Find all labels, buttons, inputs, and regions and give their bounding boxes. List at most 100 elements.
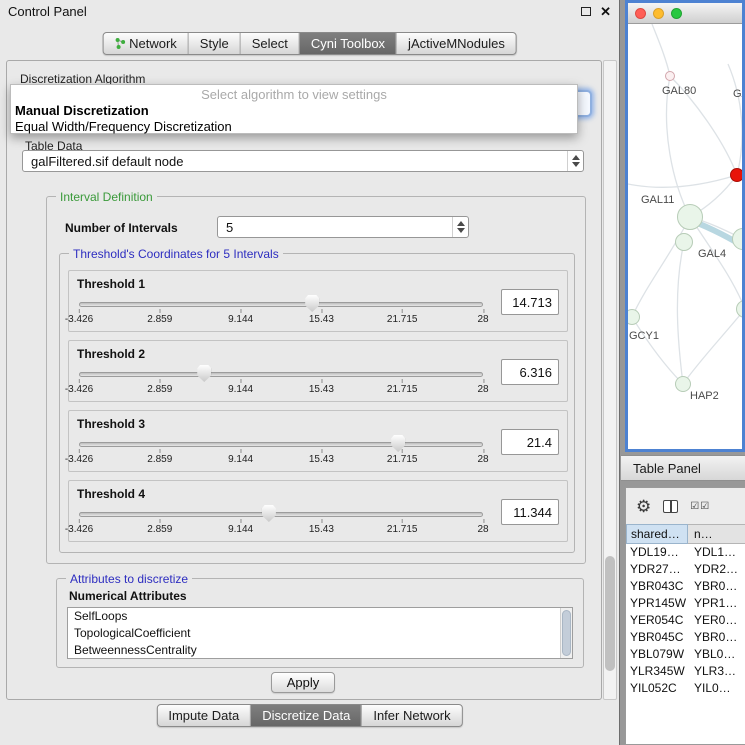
- tab-jactivemnodules[interactable]: jActiveMNodules: [396, 33, 516, 54]
- node-gal11[interactable]: [677, 204, 703, 230]
- node-hap2[interactable]: [675, 376, 691, 392]
- threshold-2-label: Threshold 2: [77, 347, 145, 361]
- table-body: YDL19…YDL1… YDR27…YDR2… YBR043CYBR0… YPR…: [626, 544, 745, 744]
- table-panel-window: ⚙ ☑☑ shared… n… YDL19…YDL1… YDR27…YDR2… …: [625, 487, 745, 745]
- node-label-hap2: HAP2: [690, 390, 719, 402]
- minimize-button[interactable]: [653, 8, 664, 19]
- threshold-3-slider[interactable]: -3.4262.8599.14415.4321.71528: [79, 435, 483, 469]
- table-row[interactable]: YIL052CYIL0…: [626, 680, 745, 697]
- tab-infer-network[interactable]: Infer Network: [361, 705, 461, 726]
- table-data-value: galFiltered.sif default node: [23, 154, 567, 169]
- network-view-window: GAL80 GA GAL11 GAL4 GCY1 HAP2: [625, 0, 745, 452]
- table-row[interactable]: YLR345WYLR3…: [626, 663, 745, 680]
- close-button[interactable]: [635, 8, 646, 19]
- tab-network-label: Network: [129, 36, 177, 51]
- table-data-combobox[interactable]: galFiltered.sif default node: [22, 150, 584, 172]
- node-label-gcy1: GCY1: [629, 330, 659, 342]
- network-icon: [114, 38, 125, 49]
- threshold-4-panel: Threshold 4 -3.4262.8599.14415.4321.7152…: [68, 480, 568, 542]
- dropdown-placeholder-item: Select algorithm to view settings: [11, 87, 577, 103]
- panel-scrollbar[interactable]: [603, 60, 617, 700]
- slider-scale: -3.4262.8599.14415.4321.71528: [79, 365, 483, 399]
- dropdown-option-equal-width[interactable]: Equal Width/Frequency Discretization: [11, 119, 577, 135]
- tab-impute-data[interactable]: Impute Data: [157, 705, 250, 726]
- threshold-4-value-field[interactable]: [501, 499, 559, 525]
- panel-scrollbar-thumb[interactable]: [605, 556, 615, 671]
- table-row[interactable]: YDR27…YDR2…: [626, 561, 745, 578]
- dropdown-option-manual-discretization[interactable]: Manual Discretization: [11, 103, 577, 119]
- threshold-4-label: Threshold 4: [77, 487, 145, 501]
- attributes-group: Attributes to discretize Numerical Attri…: [56, 578, 584, 668]
- algorithm-dropdown-popup: Select algorithm to view settings Manual…: [10, 84, 578, 134]
- list-scrollbar-thumb[interactable]: [562, 610, 571, 656]
- column-header-shared-name[interactable]: shared…: [626, 524, 688, 544]
- tab-network[interactable]: Network: [103, 33, 188, 54]
- node[interactable]: [675, 233, 693, 251]
- control-panel-titlebar: Control Panel ✕: [0, 0, 619, 22]
- columns-icon[interactable]: [663, 500, 678, 513]
- number-of-intervals-label: Number of Intervals: [65, 221, 178, 235]
- threshold-3-label: Threshold 3: [77, 417, 145, 431]
- table-row[interactable]: YBR045CYBR0…: [626, 629, 745, 646]
- desktop: Control Panel ✕ Network Style Select Cyn…: [0, 0, 745, 745]
- tab-select[interactable]: Select: [240, 33, 299, 54]
- slider-scale: -3.4262.8599.14415.4321.71528: [79, 295, 483, 329]
- threshold-1-slider[interactable]: -3.4262.8599.14415.4321.71528: [79, 295, 483, 329]
- node-selected-red[interactable]: [730, 168, 742, 182]
- node-label-gal4: GAL4: [698, 248, 726, 260]
- threshold-3-value-field[interactable]: [501, 429, 559, 455]
- network-canvas[interactable]: GAL80 GA GAL11 GAL4 GCY1 HAP2: [628, 24, 742, 449]
- number-of-intervals-spinner[interactable]: 5: [217, 216, 469, 238]
- number-of-intervals-value: 5: [218, 220, 452, 235]
- numerical-attributes-label: Numerical Attributes: [69, 589, 187, 603]
- numerical-attributes-list: SelfLoops TopologicalCoefficient Between…: [67, 607, 573, 659]
- combobox-stepper-icon: [567, 151, 583, 171]
- list-item[interactable]: SelfLoops: [68, 608, 572, 625]
- threshold-2-panel: Threshold 2 -3.4262.8599.14415.4321.7152…: [68, 340, 568, 402]
- list-item[interactable]: BetweennessCentrality: [68, 642, 572, 659]
- node-label-clipped: GA: [733, 88, 742, 100]
- select-columns-icon[interactable]: ☑☑: [690, 501, 710, 512]
- close-icon[interactable]: ✕: [600, 5, 611, 18]
- table-toolbar: ⚙ ☑☑: [626, 488, 745, 524]
- threshold-2-value-field[interactable]: [501, 359, 559, 385]
- node-gal80[interactable]: [665, 71, 675, 81]
- spinner-stepper-icon: [452, 217, 468, 237]
- zoom-button[interactable]: [671, 8, 682, 19]
- bottom-tab-bar: Impute Data Discretize Data Infer Networ…: [156, 704, 462, 727]
- tab-cyni-toolbox[interactable]: Cyni Toolbox: [299, 33, 396, 54]
- cyni-toolbox-panel: Discretization Algorithm Select algorith…: [6, 60, 602, 700]
- column-header-name[interactable]: n…: [688, 524, 745, 544]
- float-window-icon[interactable]: [581, 7, 591, 16]
- table-header-row: shared… n…: [626, 524, 745, 544]
- table-row[interactable]: YDL19…YDL1…: [626, 544, 745, 561]
- threshold-4-slider[interactable]: -3.4262.8599.14415.4321.71528: [79, 505, 483, 539]
- table-panel-header: Table Panel: [621, 455, 745, 481]
- slider-scale: -3.4262.8599.14415.4321.71528: [79, 435, 483, 469]
- table-row[interactable]: YPR145WYPR1…: [626, 595, 745, 612]
- gear-icon[interactable]: ⚙: [636, 498, 651, 515]
- network-window-titlebar: [628, 3, 742, 24]
- threshold-1-panel: Threshold 1 -3.4262.8599.14415.4321.7152…: [68, 270, 568, 332]
- list-scrollbar[interactable]: [560, 608, 572, 658]
- apply-button[interactable]: Apply: [271, 672, 335, 693]
- attributes-group-title: Attributes to discretize: [66, 572, 192, 586]
- window-title: Control Panel: [8, 4, 87, 19]
- top-tab-bar: Network Style Select Cyni Toolbox jActiv…: [102, 32, 517, 55]
- interval-definition-group: Interval Definition Number of Intervals …: [46, 196, 586, 564]
- control-panel-window: Control Panel ✕ Network Style Select Cyn…: [0, 0, 620, 745]
- threshold-coordinates-group: Threshold's Coordinates for 5 Intervals …: [59, 253, 575, 553]
- table-row[interactable]: YBL079WYBL0…: [626, 646, 745, 663]
- tab-style[interactable]: Style: [188, 33, 240, 54]
- slider-scale: -3.4262.8599.14415.4321.71528: [79, 505, 483, 539]
- table-row[interactable]: YER054CYER0…: [626, 612, 745, 629]
- tab-discretize-data[interactable]: Discretize Data: [250, 705, 361, 726]
- table-row[interactable]: YBR043CYBR0…: [626, 578, 745, 595]
- list-item[interactable]: TopologicalCoefficient: [68, 625, 572, 642]
- interval-definition-title: Interval Definition: [56, 190, 157, 204]
- threshold-coordinates-title: Threshold's Coordinates for 5 Intervals: [69, 247, 283, 261]
- threshold-1-value-field[interactable]: [501, 289, 559, 315]
- threshold-2-slider[interactable]: -3.4262.8599.14415.4321.71528: [79, 365, 483, 399]
- threshold-3-panel: Threshold 3 -3.4262.8599.14415.4321.7152…: [68, 410, 568, 472]
- node-label-gal80: GAL80: [662, 85, 696, 97]
